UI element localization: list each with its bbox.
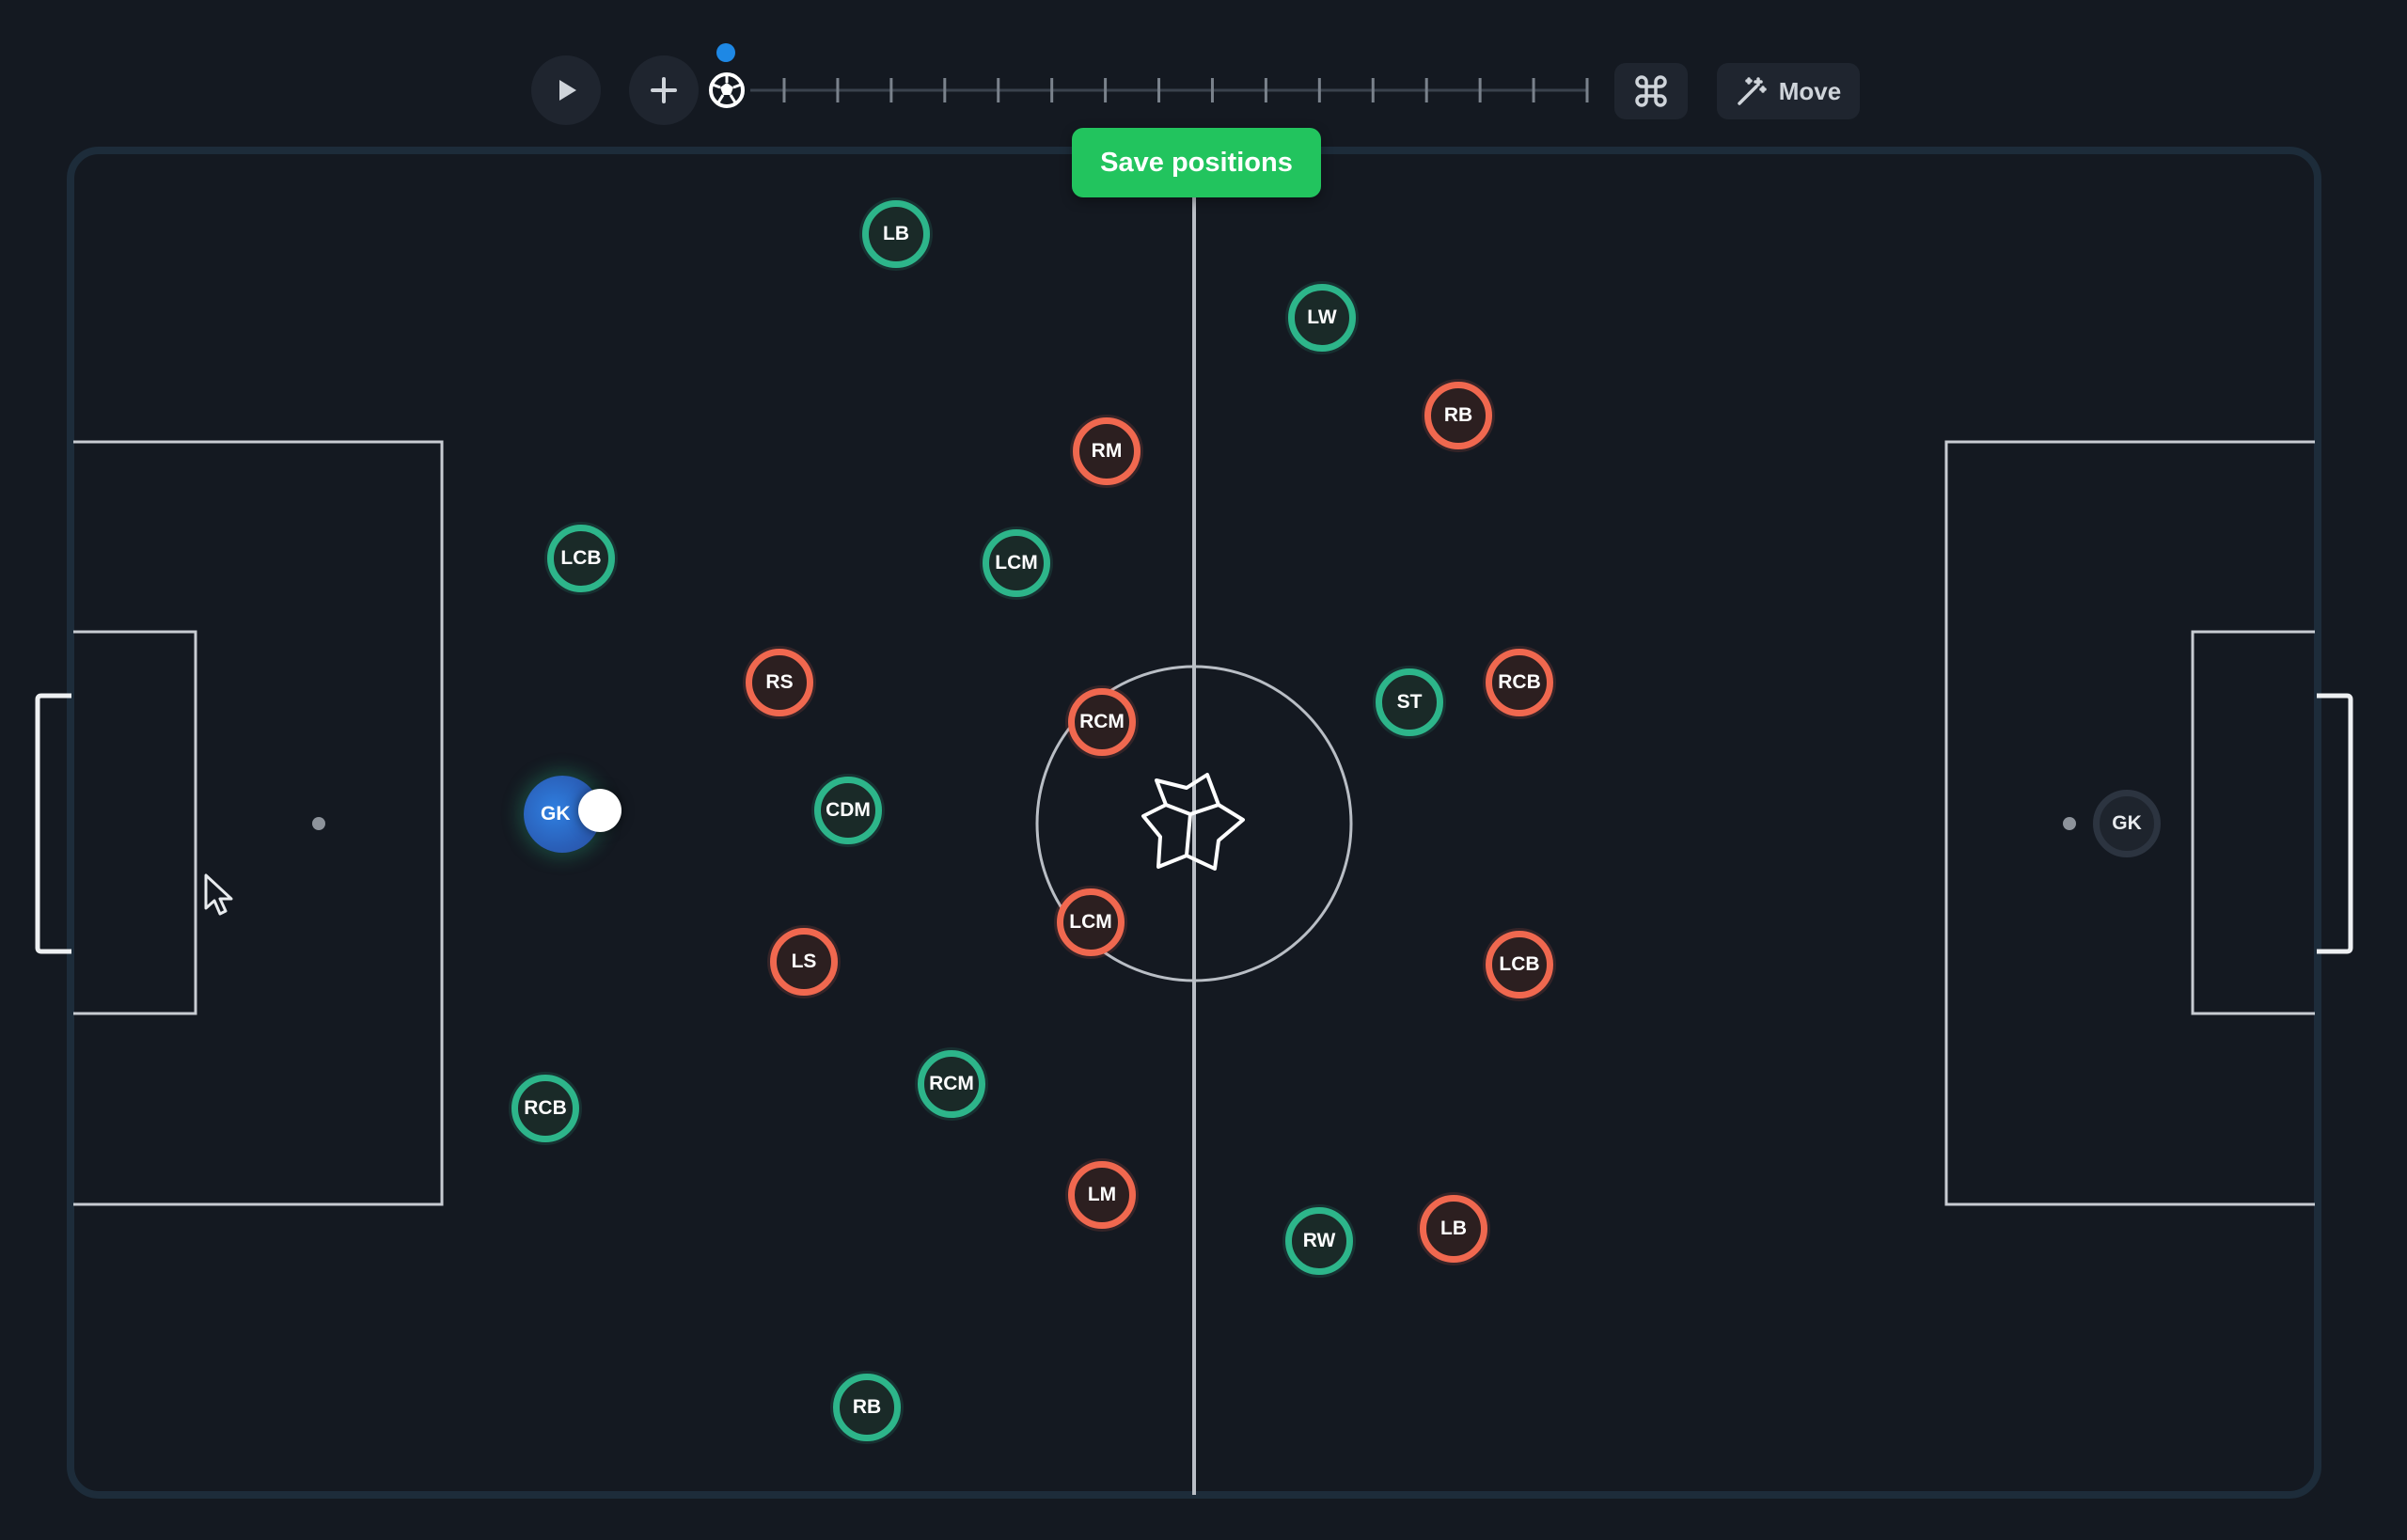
player-home-rb[interactable]: RB (833, 1374, 901, 1441)
add-keyframe-button[interactable] (629, 55, 699, 125)
right-goal-area (2191, 630, 2315, 1015)
left-penalty-area (73, 440, 444, 1206)
player-home-st[interactable]: ST (1376, 668, 1443, 736)
player-away-ls[interactable]: LS (770, 928, 838, 996)
player-home-rw[interactable]: RW (1285, 1207, 1353, 1275)
player-home-rcb[interactable]: RCB (511, 1075, 579, 1142)
soccer-ball-icon (709, 72, 745, 108)
soccer-pitch[interactable] (0, 0, 2407, 1540)
player-home-lcm[interactable]: LCM (983, 529, 1050, 597)
playback-toolbar: Move (0, 0, 2407, 141)
player-away-lcb[interactable]: LCB (1486, 931, 1553, 998)
player-home-lb[interactable]: LB (862, 200, 930, 268)
player-away-rcm[interactable]: RCM (1068, 688, 1136, 756)
player-home-rcm[interactable]: RCM (918, 1050, 985, 1118)
player-home-cdm[interactable]: CDM (814, 777, 882, 844)
player-away-rcb[interactable]: RCB (1486, 649, 1553, 716)
player-home-lcb[interactable]: LCB (547, 525, 615, 592)
player-away-rm[interactable]: RM (1073, 417, 1141, 485)
left-penalty-spot (312, 817, 325, 830)
right-goal (2317, 693, 2353, 954)
player-away-gk[interactable]: GK (2093, 790, 2161, 857)
play-icon (559, 80, 576, 101)
player-home-lw[interactable]: LW (1288, 284, 1356, 352)
save-positions-button[interactable]: Save positions (1072, 128, 1321, 197)
player-away-lb[interactable]: LB (1420, 1195, 1487, 1263)
player-away-rs[interactable]: RS (746, 649, 813, 716)
move-mode-label: Move (1778, 76, 1842, 105)
player-away-rb[interactable]: RB (1424, 382, 1492, 449)
right-penalty-spot (2063, 817, 2076, 830)
left-goal (35, 693, 71, 954)
player-away-lcm[interactable]: LCM (1057, 888, 1125, 956)
play-button[interactable] (531, 55, 601, 125)
move-mode-button[interactable]: Move (1717, 63, 1860, 119)
magic-wand-icon (1738, 77, 1767, 105)
timeline-marker[interactable] (716, 43, 735, 62)
player-away-lm[interactable]: LM (1068, 1161, 1136, 1229)
timeline-scrubber[interactable] (705, 62, 1598, 118)
mouse-cursor-icon (204, 873, 233, 916)
command-icon (1635, 75, 1667, 107)
left-goal-area (73, 630, 197, 1015)
plus-icon (651, 77, 677, 103)
drag-handle[interactable] (578, 789, 621, 832)
shortcuts-button[interactable] (1614, 63, 1688, 119)
